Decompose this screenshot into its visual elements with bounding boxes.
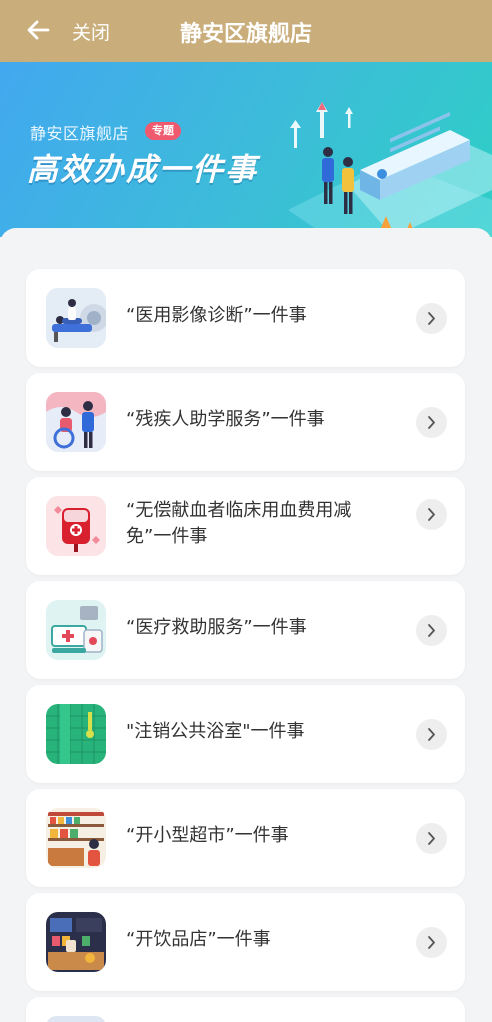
supermarket-icon [46, 808, 106, 868]
banner-tag: 专题 [145, 122, 181, 140]
chevron-right-icon[interactable] [416, 719, 447, 750]
list-item[interactable]: “开饮品店”一件事 [26, 893, 465, 991]
next-service-icon [46, 1016, 106, 1022]
list-item-label: “无偿献血者临床用血费用减免”一件事 [126, 500, 352, 547]
banner: 静安区旗舰店 专题 高效办成一件事 [0, 62, 492, 237]
list-item-label: “医疗救助服务”一件事 [126, 617, 307, 638]
list-item[interactable]: "注销公共浴室"一件事 [26, 685, 465, 783]
banner-headline: 高效办成一件事 [27, 152, 258, 188]
chevron-right-icon[interactable] [416, 499, 447, 530]
list-item-label: “医用影像诊断”一件事 [126, 305, 307, 326]
chevron-right-icon[interactable] [416, 407, 447, 438]
chevron-right-icon[interactable] [416, 303, 447, 334]
list-item-label: “开小型超市”一件事 [126, 825, 289, 846]
list-item[interactable]: “残疾人助学服务”一件事 [26, 373, 465, 471]
service-list: “医用影像诊断”一件事 “残疾人助学服务”一件事 “无偿献血者临床用血费用减免”… [0, 228, 492, 1022]
banner-subtitle: 静安区旗舰店 [30, 124, 130, 143]
disability-education-icon [46, 392, 106, 452]
list-item[interactable]: “医用影像诊断”一件事 [26, 269, 465, 367]
medical-aid-icon [46, 600, 106, 660]
banner-illustration [288, 102, 492, 237]
drink-shop-icon [46, 912, 106, 972]
list-item-label: "注销公共浴室"一件事 [126, 721, 305, 742]
chevron-right-icon[interactable] [416, 823, 447, 854]
public-bathhouse-icon [46, 704, 106, 764]
list-item-label: “开饮品店”一件事 [126, 929, 271, 950]
list-item[interactable]: “医疗救助服务”一件事 [26, 581, 465, 679]
page-title: 静安区旗舰店 [179, 22, 312, 47]
top-bar: 关闭 静安区旗舰店 [0, 0, 492, 62]
list-item[interactable]: “无偿献血者临床用血费用减免”一件事 [26, 477, 465, 575]
blood-donation-icon [46, 496, 106, 556]
list-item[interactable]: “开小型超市”一件事 [26, 789, 465, 887]
list-item-label: “残疾人助学服务”一件事 [126, 409, 325, 430]
chevron-right-icon[interactable] [416, 615, 447, 646]
medical-imaging-icon [46, 288, 106, 348]
chevron-right-icon[interactable] [416, 927, 447, 958]
list-item[interactable] [26, 997, 465, 1022]
